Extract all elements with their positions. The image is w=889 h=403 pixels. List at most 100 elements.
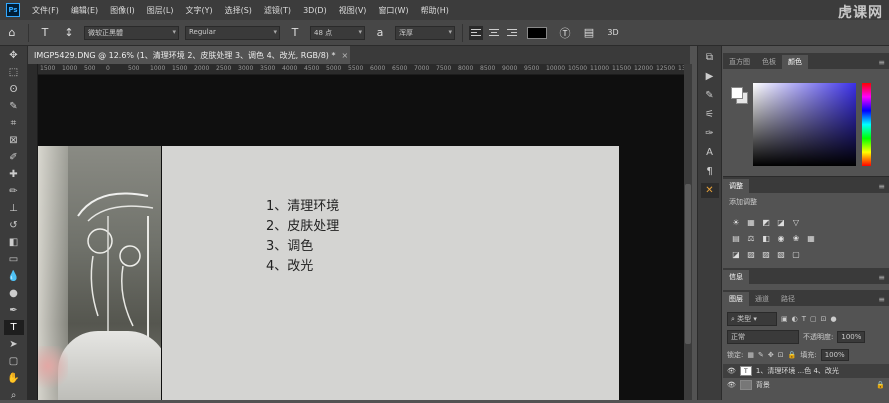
- layer-row[interactable]: 👁 T 1、清理环境 ...色 4、改光: [723, 364, 889, 378]
- font-style-select[interactable]: Regular: [185, 25, 280, 40]
- gradient-tool-icon[interactable]: ▭: [4, 252, 24, 267]
- toggle-orientation-icon[interactable]: ↕: [61, 25, 77, 41]
- invert-icon[interactable]: ◪: [731, 249, 741, 259]
- menu-window[interactable]: 窗口(W): [372, 5, 414, 16]
- close-tab-icon[interactable]: ×: [341, 51, 348, 60]
- panel-menu-icon[interactable]: ≡: [874, 56, 889, 69]
- path-select-tool-icon[interactable]: ➤: [4, 337, 24, 352]
- eraser-tool-icon[interactable]: ◧: [4, 235, 24, 250]
- lock-all-icon[interactable]: 🔒: [788, 351, 797, 359]
- tab-histogram[interactable]: 直方图: [723, 55, 756, 69]
- frame-tool-icon[interactable]: ⊠: [4, 133, 24, 148]
- tab-info[interactable]: 信息: [723, 270, 749, 284]
- anti-alias-select[interactable]: 浑厚: [395, 25, 455, 40]
- filter-shape-icon[interactable]: ▢: [810, 315, 817, 323]
- align-left-button[interactable]: [469, 25, 483, 40]
- lasso-tool-icon[interactable]: ʘ: [4, 82, 24, 97]
- menu-filter[interactable]: 滤镜(T): [258, 5, 297, 16]
- menu-file[interactable]: 文件(F): [26, 5, 65, 16]
- clone-stamp-tool-icon[interactable]: ⊥: [4, 201, 24, 216]
- exposure-icon[interactable]: ◪: [776, 217, 786, 227]
- tab-color[interactable]: 颜色: [782, 55, 808, 69]
- brushes-icon[interactable]: ✑: [701, 126, 719, 141]
- fill-input[interactable]: 100%: [820, 349, 849, 361]
- hue-slider[interactable]: [862, 83, 871, 166]
- color-balance-icon[interactable]: ⚖: [746, 233, 756, 243]
- canvas-area[interactable]: 1、清理环境 2、皮肤处理 3、调色 4、改光: [38, 75, 684, 400]
- color-lookup-icon[interactable]: ▦: [806, 233, 816, 243]
- character-panel-icon[interactable]: ▤: [581, 25, 597, 41]
- align-center-button[interactable]: [487, 26, 501, 40]
- text-color-swatch[interactable]: [527, 26, 547, 39]
- menu-edit[interactable]: 编辑(E): [65, 5, 104, 16]
- layer-filter-select[interactable]: ⌕ 类型 ▾: [727, 312, 777, 326]
- levels-icon[interactable]: ▦: [746, 217, 756, 227]
- posterize-icon[interactable]: ▨: [746, 249, 756, 259]
- lock-image-icon[interactable]: ✎: [758, 351, 764, 359]
- selective-color-icon[interactable]: ▢: [791, 249, 801, 259]
- font-size-select[interactable]: 48 点: [310, 25, 365, 40]
- threshold-icon[interactable]: ▨: [761, 249, 771, 259]
- panel-menu-icon[interactable]: ≡: [874, 180, 889, 193]
- menu-select[interactable]: 选择(S): [219, 5, 258, 16]
- document-tab[interactable]: IMGP5429.DNG @ 12.6% (1、清理环境 2、皮肤处理 3、调色…: [30, 46, 350, 64]
- zoom-tool-icon[interactable]: ⌕: [4, 388, 24, 403]
- scrollbar-thumb[interactable]: [685, 184, 691, 344]
- black-white-icon[interactable]: ◧: [761, 233, 771, 243]
- actions-play-icon[interactable]: ▶: [701, 69, 719, 84]
- photo-filter-icon[interactable]: ◉: [776, 233, 786, 243]
- move-tool-icon[interactable]: ✥: [4, 48, 24, 63]
- filter-adjust-icon[interactable]: ◐: [792, 315, 798, 323]
- hand-tool-icon[interactable]: ✋: [4, 371, 24, 386]
- lock-position-icon[interactable]: ✥: [768, 351, 774, 359]
- filter-smart-icon[interactable]: ⊡: [821, 315, 827, 323]
- history-brush-tool-icon[interactable]: ↺: [4, 218, 24, 233]
- tab-adjustments[interactable]: 调整: [723, 179, 749, 193]
- properties-icon[interactable]: ⚟: [701, 107, 719, 122]
- healing-brush-tool-icon[interactable]: ✚: [4, 167, 24, 182]
- channel-mixer-icon[interactable]: ❀: [791, 233, 801, 243]
- panel-menu-icon[interactable]: ≡: [874, 293, 889, 306]
- foreground-color-swatch[interactable]: [731, 87, 743, 99]
- menu-image[interactable]: 图像(I): [104, 5, 141, 16]
- panel-menu-icon[interactable]: ≡: [874, 271, 889, 284]
- tab-channels[interactable]: 通道: [749, 292, 775, 306]
- vibrance-icon[interactable]: ▽: [791, 217, 801, 227]
- visibility-eye-icon[interactable]: 👁: [727, 381, 736, 389]
- gradient-map-icon[interactable]: ▧: [776, 249, 786, 259]
- menu-3d[interactable]: 3D(D): [297, 6, 333, 15]
- vertical-scrollbar[interactable]: [684, 64, 692, 400]
- shape-tool-icon[interactable]: ▢: [4, 354, 24, 369]
- eyedropper-tool-icon[interactable]: ✐: [4, 150, 24, 165]
- brush-settings-icon[interactable]: ✎: [701, 88, 719, 103]
- filter-type-icon[interactable]: T: [802, 315, 806, 323]
- curves-icon[interactable]: ◩: [761, 217, 771, 227]
- lock-artboard-icon[interactable]: ⊡: [778, 351, 784, 359]
- tab-layers[interactable]: 图层: [723, 292, 749, 306]
- history-icon[interactable]: ⧉: [701, 50, 719, 65]
- dodge-tool-icon[interactable]: ●: [4, 286, 24, 301]
- filter-pixel-icon[interactable]: ▣: [781, 315, 788, 323]
- tab-swatches[interactable]: 色板: [756, 55, 782, 69]
- warp-text-icon[interactable]: Ⓣ: [557, 25, 573, 41]
- brightness-icon[interactable]: ☀: [731, 217, 741, 227]
- menu-help[interactable]: 帮助(H): [415, 5, 455, 16]
- menu-type[interactable]: 文字(Y): [179, 5, 218, 16]
- brush-tool-icon[interactable]: ✏: [4, 184, 24, 199]
- lock-transparent-icon[interactable]: ▦: [747, 351, 754, 359]
- visibility-eye-icon[interactable]: 👁: [727, 367, 736, 375]
- type-tool-icon[interactable]: T: [3, 320, 24, 335]
- tab-paths[interactable]: 路径: [775, 292, 801, 306]
- font-family-select[interactable]: 微软正黑體: [84, 25, 179, 40]
- home-icon[interactable]: ⌂: [4, 25, 20, 41]
- 3d-icon[interactable]: 3D: [605, 25, 621, 41]
- filter-toggle-icon[interactable]: ●: [831, 315, 837, 323]
- character-icon[interactable]: A: [701, 145, 719, 160]
- crop-tool-icon[interactable]: ⌗: [4, 116, 24, 131]
- color-picker-field[interactable]: [753, 83, 856, 166]
- opacity-input[interactable]: 100%: [837, 331, 866, 343]
- type-tool-preset-icon[interactable]: T: [37, 25, 53, 41]
- align-right-button[interactable]: [505, 26, 519, 40]
- blend-mode-select[interactable]: 正常: [727, 330, 799, 344]
- pen-tool-icon[interactable]: ✒: [4, 303, 24, 318]
